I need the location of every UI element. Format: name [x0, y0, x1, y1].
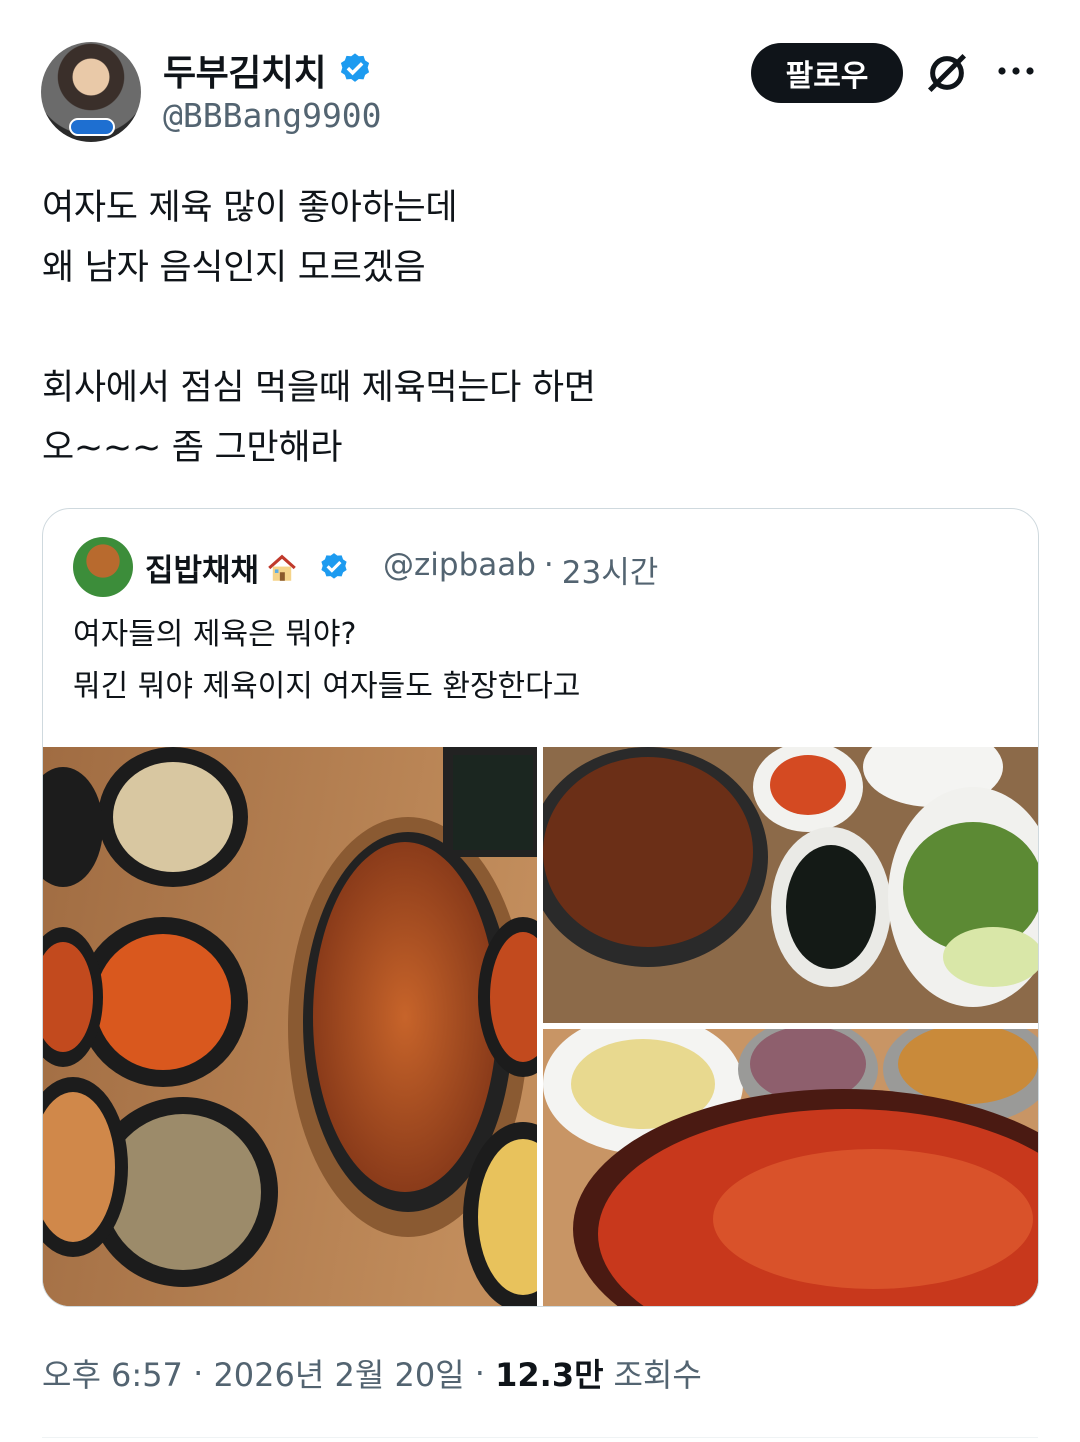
more-dots-icon[interactable] [995, 58, 1037, 84]
meta-separator-2: · [464, 1354, 496, 1392]
views-label: 조회수 [613, 1356, 702, 1394]
author-avatar[interactable] [41, 42, 141, 142]
verified-badge-icon [341, 53, 370, 82]
quoted-tweet-card[interactable]: 집밥채채 @zipbaab · 23시간 여자들의 제육은 뭐야? 뭐긴 뭐야 … [42, 508, 1039, 1307]
food-photo-1-image [43, 747, 537, 1306]
food-photo-3-image [543, 1029, 1038, 1306]
tweet-date[interactable]: 2026년 2월 20일 [213, 1350, 464, 1396]
follow-button[interactable]: 팔로우 [751, 43, 903, 103]
quoted-meta: @zipbaab · 23시간 [383, 547, 658, 592]
grok-icon[interactable] [924, 50, 970, 96]
house-emoji-icon [268, 554, 296, 581]
quoted-author-display-name[interactable]: 집밥채채 [145, 545, 351, 590]
tweet-time[interactable]: 오후 6:57 [42, 1350, 183, 1396]
quoted-author-name-text: 집밥채채 [145, 553, 260, 589]
quoted-handle[interactable]: @zipbaab [383, 547, 536, 592]
quoted-tweet-text: 여자들의 제육은 뭐야? 뭐긴 뭐야 제육이지 여자들도 환장한다고 [73, 617, 581, 704]
author-display-name[interactable]: 두부김치치 [163, 44, 374, 96]
quoted-separator: · [543, 547, 554, 583]
tweet-text: 여자도 제육 많이 좋아하는데 왜 남자 음식인지 모르겠음 회사에서 점심 먹… [42, 188, 596, 468]
quoted-author-avatar[interactable] [73, 537, 133, 597]
author-handle[interactable]: @BBBang9900 [163, 96, 382, 135]
quoted-photo-3[interactable] [543, 1029, 1038, 1306]
quoted-verified-badge-icon [321, 552, 347, 579]
views-count: 12.3만 [495, 1356, 604, 1394]
food-photo-2-image [543, 747, 1038, 1023]
author-name-text: 두부김치치 [163, 53, 327, 94]
tweet-meta: 오후 6:57 · 2026년 2월 20일 · 12.3만 조회수 [42, 1350, 702, 1396]
quoted-photo-1[interactable] [43, 747, 537, 1306]
quoted-photo-2[interactable] [543, 747, 1038, 1023]
divider [42, 1437, 1038, 1438]
quoted-time[interactable]: 23시간 [562, 547, 659, 592]
tweet-detail: 두부김치치 @BBBang9900 팔로우 여자도 제육 많이 좋아하는데 왜 … [0, 0, 1080, 1442]
avatar-badge [69, 118, 115, 136]
meta-separator-1: · [182, 1354, 214, 1392]
